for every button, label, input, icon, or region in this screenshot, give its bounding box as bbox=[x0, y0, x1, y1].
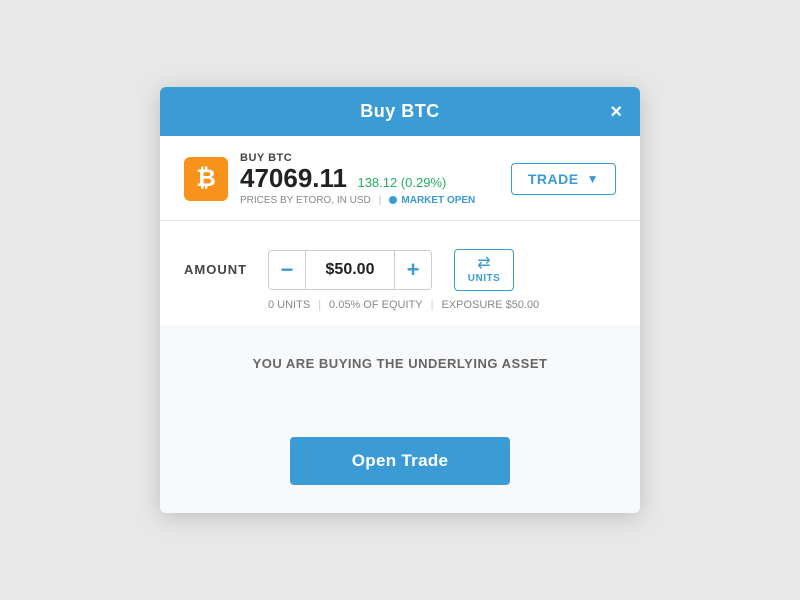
buy-btc-modal: Buy BTC × ₿ BUY BTC 47069.11 138.12 (0.2… bbox=[160, 87, 640, 513]
asset-section: ₿ BUY BTC 47069.11 138.12 (0.29%) PRICES… bbox=[160, 136, 640, 221]
switch-icon: ⇄ bbox=[477, 256, 490, 272]
amount-label: AMOUNT bbox=[184, 262, 254, 277]
units-info: 0 UNITS bbox=[268, 299, 310, 311]
market-open-dot bbox=[389, 196, 397, 204]
amount-controls: − + bbox=[268, 250, 432, 290]
decrease-button[interactable]: − bbox=[269, 251, 305, 289]
underlying-text: YOU ARE BUYING THE UNDERLYING ASSET bbox=[253, 356, 548, 371]
chevron-down-icon: ▼ bbox=[587, 172, 599, 186]
amount-section: AMOUNT − + ⇄ UNITS 0 UNITS | 0.05% OF EQ… bbox=[160, 231, 640, 325]
amount-info: 0 UNITS | 0.05% OF EQUITY | EXPOSURE $50… bbox=[184, 299, 616, 311]
asset-price: 47069.11 bbox=[240, 163, 347, 193]
underlying-section: YOU ARE BUYING THE UNDERLYING ASSET bbox=[160, 325, 640, 397]
modal-header: Buy BTC × bbox=[160, 87, 640, 136]
amount-row: AMOUNT − + ⇄ UNITS bbox=[184, 249, 616, 291]
trade-dropdown-label: TRADE bbox=[528, 171, 579, 187]
close-button[interactable]: × bbox=[610, 102, 622, 122]
market-open-text: MARKET OPEN bbox=[401, 195, 475, 206]
trade-dropdown-button[interactable]: TRADE ▼ bbox=[511, 163, 616, 195]
open-trade-section: Open Trade bbox=[160, 397, 640, 513]
modal-title: Buy BTC bbox=[360, 101, 440, 122]
units-toggle-button[interactable]: ⇄ UNITS bbox=[454, 249, 514, 291]
minus-icon: − bbox=[281, 259, 294, 281]
exposure-info: EXPOSURE $50.00 bbox=[441, 299, 539, 311]
increase-button[interactable]: + bbox=[395, 251, 431, 289]
amount-input[interactable] bbox=[305, 251, 395, 289]
open-trade-button[interactable]: Open Trade bbox=[290, 437, 510, 485]
asset-details: BUY BTC 47069.11 138.12 (0.29%) PRICES B… bbox=[240, 152, 475, 206]
price-row: 47069.11 138.12 (0.29%) bbox=[240, 164, 475, 193]
equity-info: 0.05% OF EQUITY bbox=[329, 299, 423, 311]
prices-by: PRICES BY ETORO, IN USD bbox=[240, 195, 371, 206]
asset-info: ₿ BUY BTC 47069.11 138.12 (0.29%) PRICES… bbox=[184, 152, 475, 206]
btc-symbol: ₿ bbox=[196, 165, 216, 193]
plus-icon: + bbox=[407, 259, 420, 281]
btc-icon: ₿ bbox=[184, 157, 228, 201]
asset-meta: PRICES BY ETORO, IN USD | MARKET OPEN bbox=[240, 195, 475, 206]
asset-change: 138.12 (0.29%) bbox=[357, 175, 446, 190]
units-label: UNITS bbox=[468, 273, 501, 284]
